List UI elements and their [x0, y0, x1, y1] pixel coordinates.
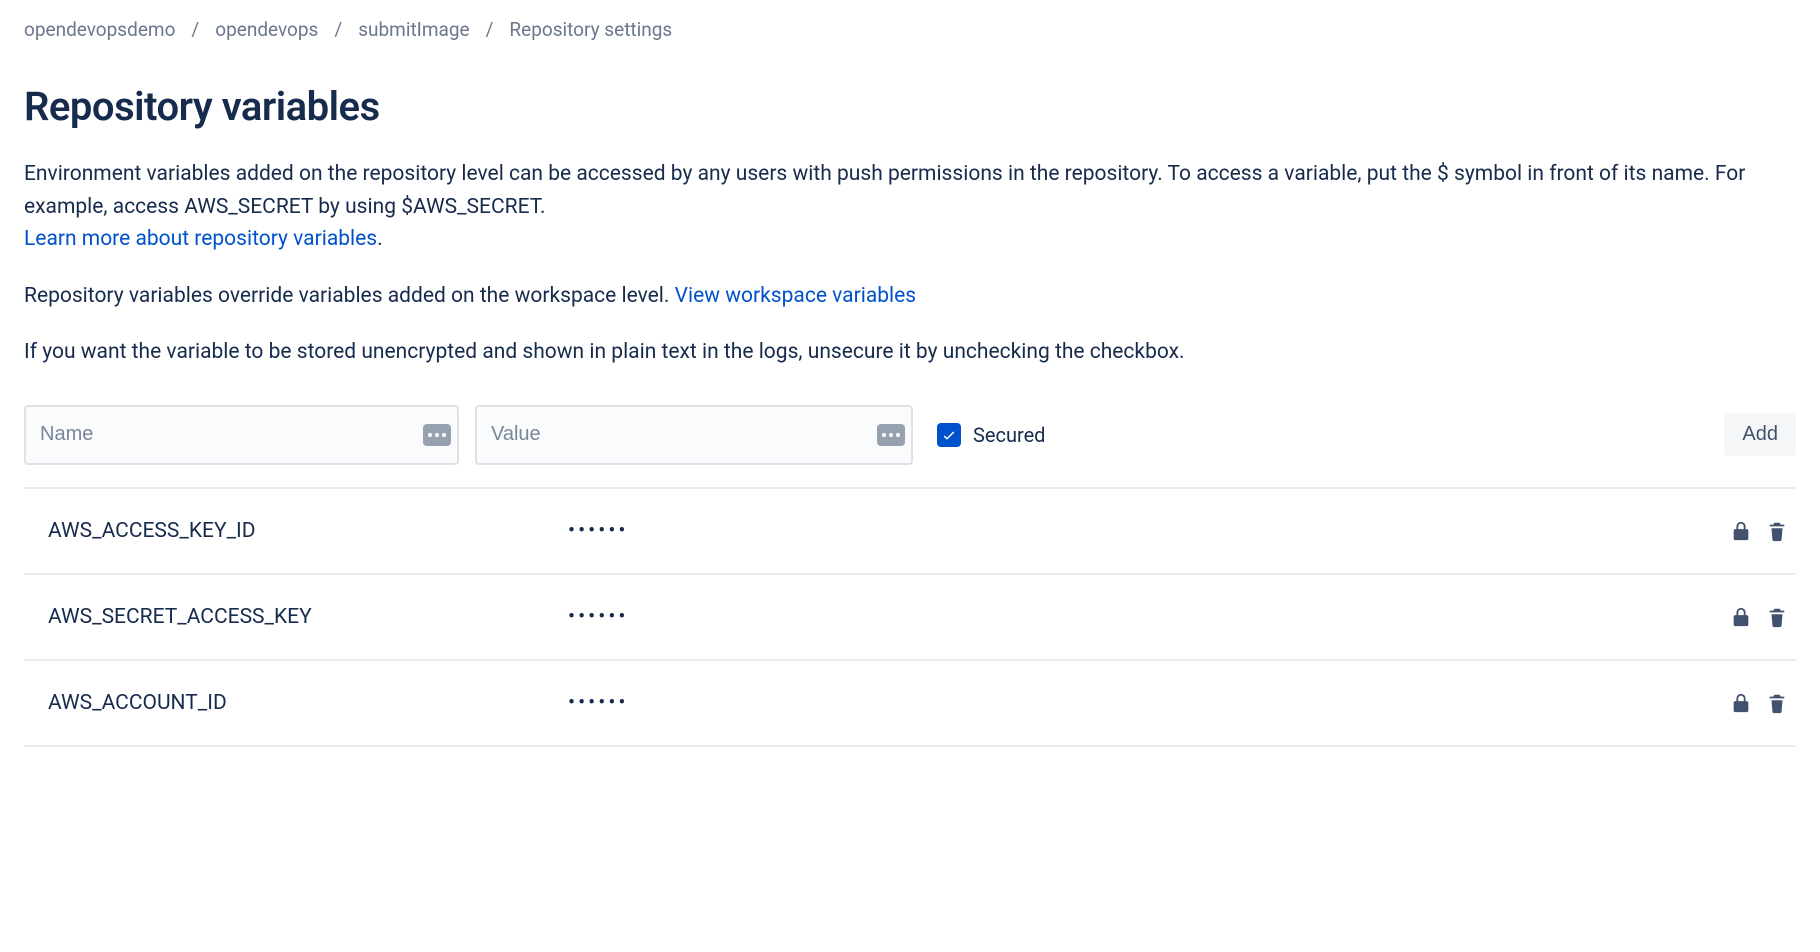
name-input[interactable]: [24, 405, 459, 465]
lock-icon[interactable]: [1730, 520, 1752, 542]
variable-row: AWS_ACCESS_KEY_ID••••••: [24, 489, 1796, 575]
variable-name: AWS_ACCOUNT_ID: [48, 691, 568, 715]
secured-checkbox[interactable]: [937, 423, 961, 447]
trash-icon[interactable]: [1766, 692, 1788, 714]
view-workspace-variables-link[interactable]: View workspace variables: [675, 284, 916, 308]
description-paragraph-2: Repository variables override variables …: [24, 280, 1796, 313]
variable-actions: [1730, 692, 1796, 714]
breadcrumb-separator: /: [486, 18, 494, 41]
breadcrumb-item-project[interactable]: opendevops: [215, 18, 318, 41]
description-paragraph-3: If you want the variable to be stored un…: [24, 336, 1796, 369]
value-input[interactable]: [475, 405, 913, 465]
description-text: Environment variables added on the repos…: [24, 162, 1745, 219]
description-text: Repository variables override variables …: [24, 284, 675, 308]
variable-row: AWS_ACCOUNT_ID••••••: [24, 661, 1796, 747]
more-icon[interactable]: [877, 424, 905, 446]
variables-list: AWS_ACCESS_KEY_ID••••••AWS_SECRET_ACCESS…: [24, 489, 1796, 747]
lock-icon[interactable]: [1730, 606, 1752, 628]
secured-checkbox-group: Secured: [937, 423, 1045, 447]
variable-value: ••••••: [568, 691, 1730, 715]
variable-actions: [1730, 606, 1796, 628]
breadcrumb-item-repo[interactable]: submitImage: [358, 18, 469, 41]
breadcrumb-separator: /: [191, 18, 199, 41]
breadcrumb-item-workspace[interactable]: opendevopsdemo: [24, 18, 175, 41]
variable-value: ••••••: [568, 519, 1730, 543]
variable-row: AWS_SECRET_ACCESS_KEY••••••: [24, 575, 1796, 661]
variable-actions: [1730, 520, 1796, 542]
breadcrumb-separator: /: [334, 18, 342, 41]
description-paragraph-1: Environment variables added on the repos…: [24, 158, 1796, 256]
learn-more-link[interactable]: Learn more about repository variables: [24, 227, 377, 251]
secured-label: Secured: [973, 423, 1045, 447]
more-icon[interactable]: [423, 424, 451, 446]
trash-icon[interactable]: [1766, 606, 1788, 628]
trash-icon[interactable]: [1766, 520, 1788, 542]
add-button[interactable]: Add: [1724, 413, 1796, 456]
variable-value: ••••••: [568, 605, 1730, 629]
variable-name: AWS_ACCESS_KEY_ID: [48, 519, 568, 543]
value-input-wrapper: [475, 405, 913, 465]
description-period: .: [377, 227, 383, 251]
check-icon: [941, 427, 957, 443]
variable-name: AWS_SECRET_ACCESS_KEY: [48, 605, 568, 629]
add-variable-form: Secured Add: [24, 405, 1796, 487]
lock-icon[interactable]: [1730, 692, 1752, 714]
breadcrumb: opendevopsdemo / opendevops / submitImag…: [24, 18, 1796, 41]
name-input-wrapper: [24, 405, 459, 465]
page-title: Repository variables: [24, 83, 1796, 130]
breadcrumb-item-settings[interactable]: Repository settings: [509, 18, 672, 41]
